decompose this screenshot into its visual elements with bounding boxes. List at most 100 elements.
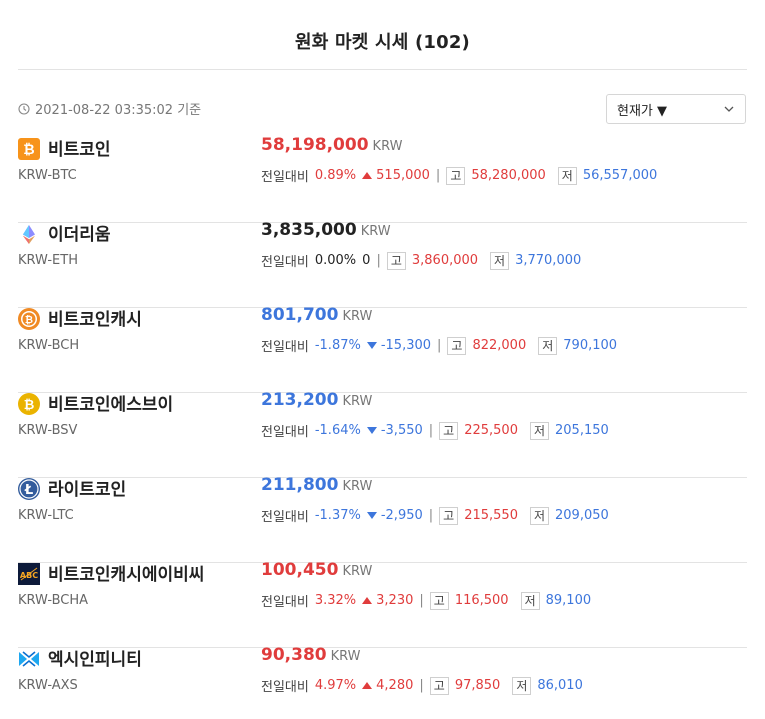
price-detail: 전일대비 0.89% 515,000 | 고 58,280,000 저 56,5… (261, 166, 657, 185)
price-detail: 전일대비 -1.87% -15,300 | 고 822,000 저 790,10… (261, 336, 617, 355)
high-price: 225,500 (464, 423, 518, 438)
axie-infinity-icon (19, 651, 39, 667)
change-amount: 515,000 (376, 168, 430, 183)
bitcoin-icon: ₿ (18, 138, 40, 160)
price-detail: 전일대비 -1.64% -3,550 | 고 225,500 저 205,150 (261, 421, 609, 440)
chevron-down-icon (724, 106, 734, 112)
change-rate: -1.64% (314, 423, 361, 438)
high-label: 고 (439, 421, 459, 440)
coin-price: 801,700 KRW (261, 305, 372, 325)
low-label: 저 (520, 591, 540, 610)
change-rate: 0.89% (314, 168, 357, 183)
sort-select-label: 현재가 ▼ (617, 103, 668, 119)
coin-name[interactable]: 엑시인피니티 (48, 645, 142, 670)
list-item[interactable]: ₿ 비트코인에스브이 KRW-BSV 213,200 KRW 전일대비 -1.64… (18, 390, 747, 478)
change-amount: -3,550 (380, 423, 423, 438)
low-label: 저 (529, 506, 550, 525)
page-title: 원화 마켓 시세 (102) (295, 32, 470, 53)
low-price: 56,557,000 (582, 168, 658, 183)
price-detail: 전일대비 0.00% 0 | 고 3,860,000 저 3,770,000 (261, 251, 581, 270)
svg-text:₿: ₿ (25, 314, 33, 326)
price-detail: 전일대비 -1.37% -2,950 | 고 215,550 저 209,050 (261, 506, 609, 525)
low-label: 저 (490, 251, 510, 270)
clock-icon (18, 102, 30, 115)
coin-price: 100,450 KRW (261, 560, 372, 580)
high-label: 고 (429, 676, 449, 695)
change-label: 전일대비 (261, 425, 309, 440)
high-label: 고 (446, 166, 466, 185)
change-label: 전일대비 (261, 680, 309, 695)
litecoin-icon: Ł (18, 478, 40, 500)
separator: | (435, 168, 441, 183)
separator: | (419, 593, 424, 608)
coin-code: KRW-BCH (18, 338, 80, 353)
high-price: 97,850 (454, 678, 501, 693)
coin-name[interactable]: 이더리움 (48, 220, 111, 245)
change-rate: 3.32% (314, 593, 357, 608)
list-item[interactable]: 엑시인피니티 KRW-AXS 90,380 KRW 전일대비 4.97% 4,28… (18, 645, 747, 719)
change-amount: 0 (362, 253, 371, 268)
timestamp: 2021-08-22 03:35:02 기준 (18, 99, 201, 118)
change-label: 전일대비 (261, 255, 309, 270)
market-page: 원화 마켓 시세 (102) 2021-08-22 03:35:02 기준 현재… (0, 0, 765, 719)
change-label: 전일대비 (261, 340, 309, 355)
coin-price: 213,200 KRW (261, 390, 372, 410)
ethereum-icon (23, 225, 35, 244)
coin-code: KRW-BCHA (18, 593, 89, 608)
change-label: 전일대비 (261, 595, 309, 610)
high-price: 3,860,000 (411, 253, 479, 268)
price-value: 58,198,000 (261, 135, 369, 155)
down-arrow-icon (366, 342, 377, 349)
change-rate: -1.37% (314, 508, 361, 523)
change-label: 전일대비 (261, 510, 309, 525)
low-label: 저 (529, 421, 550, 440)
price-value: 211,800 (261, 475, 339, 495)
low-label: 저 (538, 336, 558, 355)
price-unit: KRW (342, 309, 373, 324)
high-price: 822,000 (472, 338, 527, 353)
list-item[interactable]: ABC 비트코인캐시에이비씨 KRW-BCHA 100,450 KRW 전일대비 … (18, 560, 747, 648)
price-value: 3,835,000 (261, 220, 357, 240)
low-price: 3,770,000 (515, 253, 582, 268)
title-divider (18, 69, 747, 70)
price-unit: KRW (330, 649, 361, 664)
coin-name[interactable]: 비트코인 (48, 135, 111, 160)
price-unit: KRW (372, 139, 403, 154)
low-price: 205,150 (555, 423, 609, 438)
separator: | (437, 338, 442, 353)
coin-price: 90,380 KRW (261, 645, 361, 665)
sort-select[interactable]: 현재가 ▼ (606, 94, 746, 124)
coin-code: KRW-LTC (18, 508, 74, 523)
change-amount: 3,230 (376, 593, 414, 608)
up-arrow-icon (362, 597, 373, 604)
separator: | (428, 508, 434, 523)
change-rate: 0.00% (314, 253, 357, 268)
low-price: 209,050 (555, 508, 609, 523)
timestamp-text: 2021-08-22 03:35:02 기준 (35, 103, 202, 118)
price-detail: 전일대비 4.97% 4,280 | 고 97,850 저 86,010 (261, 676, 583, 695)
coin-name[interactable]: 비트코인캐시 (48, 305, 142, 330)
list-item[interactable]: Ł 라이트코인 KRW-LTC 211,800 KRW 전일대비 -1.37% -… (18, 475, 747, 563)
list-item[interactable]: ₿ 비트코인캐시 KRW-BCH 801,700 KRW 전일대비 -1.87% … (18, 305, 747, 393)
coin-price: 3,835,000 KRW (261, 220, 391, 240)
svg-text:Ł: Ł (24, 483, 33, 498)
list-item[interactable]: 이더리움 KRW-ETH 3,835,000 KRW 전일대비 0.00% 0 |… (18, 220, 747, 308)
coin-name[interactable]: 비트코인에스브이 (48, 390, 173, 415)
down-arrow-icon (366, 427, 377, 434)
low-label: 저 (557, 166, 577, 185)
coin-name[interactable]: 비트코인캐시에이비씨 (48, 560, 204, 585)
separator: | (376, 253, 381, 268)
separator: | (419, 678, 424, 693)
down-arrow-icon (366, 512, 377, 519)
change-rate: -1.87% (314, 338, 361, 353)
bitcoin-cash-icon: ₿ (18, 308, 40, 330)
coin-name[interactable]: 라이트코인 (48, 475, 126, 500)
coin-code: KRW-ETH (18, 253, 78, 268)
list-item[interactable]: ₿ 비트코인 KRW-BTC 58,198,000 KRW 전일대비 0.89% … (18, 135, 747, 223)
change-amount: 4,280 (376, 678, 414, 693)
price-detail: 전일대비 3.32% 3,230 | 고 116,500 저 89,100 (261, 591, 591, 610)
change-rate: 4.97% (314, 678, 357, 693)
bitcoin-sv-icon: ₿ (18, 393, 40, 415)
low-price: 790,100 (563, 338, 618, 353)
low-price: 89,100 (545, 593, 592, 608)
